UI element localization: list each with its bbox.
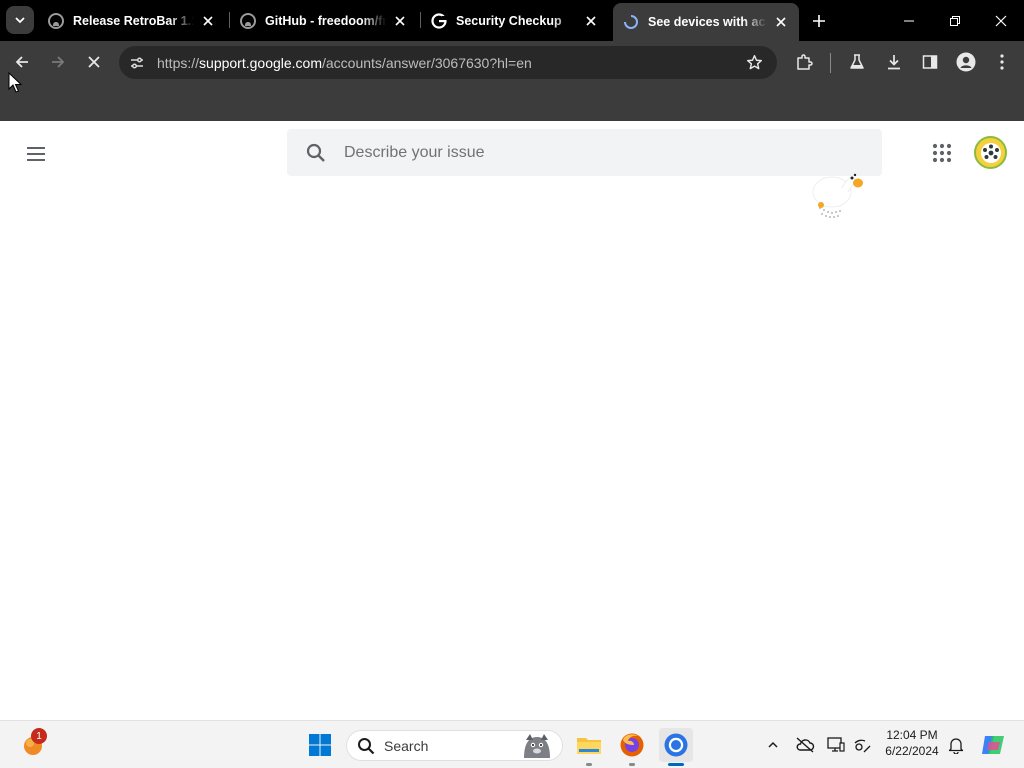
tab-github-freedoom[interactable]: GitHub - freedoom/freedoom bbox=[230, 3, 418, 38]
bell-icon bbox=[948, 738, 964, 754]
menu-button[interactable] bbox=[992, 52, 1012, 72]
display-tray-button[interactable] bbox=[826, 735, 846, 755]
arrow-left-icon bbox=[15, 56, 28, 68]
clock-date: 6/22/2024 bbox=[885, 744, 939, 758]
address-bar[interactable]: https://support.google.com/accounts/answ… bbox=[119, 46, 777, 79]
close-tab-icon[interactable] bbox=[583, 13, 599, 29]
tab-see-devices[interactable]: See devices with account access bbox=[613, 3, 799, 41]
avatar-image-icon bbox=[980, 142, 1001, 163]
mouse-pointer-icon bbox=[8, 72, 22, 93]
loading-spinner-icon bbox=[624, 15, 638, 29]
running-indicator bbox=[586, 763, 592, 766]
kebab-menu-icon bbox=[1000, 54, 1004, 70]
url-text[interactable]: https://support.google.com/accounts/answ… bbox=[157, 55, 532, 71]
taskbar-search-label: Search bbox=[384, 737, 429, 754]
tab-strip: Release RetroBar 1.16 GitHub - freedoom/… bbox=[0, 0, 1024, 41]
copilot-icon bbox=[982, 736, 1004, 754]
windows-taskbar: 1 Search 12:04 PM 6/22/2024 bbox=[0, 720, 1024, 768]
web-page bbox=[0, 121, 1024, 720]
hamburger-menu-icon bbox=[27, 147, 45, 161]
google-apps-icon[interactable] bbox=[930, 141, 954, 165]
new-tab-button[interactable] bbox=[806, 8, 832, 34]
chrome-icon bbox=[664, 733, 688, 757]
close-icon bbox=[995, 15, 1007, 26]
close-tab-icon[interactable] bbox=[200, 13, 216, 29]
windows-logo-icon bbox=[309, 734, 331, 756]
restore-button[interactable] bbox=[932, 0, 978, 41]
side-panel-icon bbox=[922, 55, 938, 69]
help-search-box[interactable] bbox=[287, 129, 882, 176]
tab-security-checkup[interactable]: Security Checkup bbox=[421, 3, 609, 38]
monitor-icon bbox=[827, 737, 845, 752]
firefox-icon bbox=[620, 733, 644, 757]
search-icon bbox=[306, 143, 325, 162]
stop-loading-button[interactable] bbox=[79, 47, 109, 77]
forward-button[interactable] bbox=[43, 47, 73, 77]
clock-time: 12:04 PM bbox=[886, 728, 938, 742]
chevron-down-icon bbox=[15, 17, 25, 24]
notifications-button[interactable] bbox=[946, 735, 966, 755]
tab-title: Release RetroBar 1.16 bbox=[73, 13, 194, 28]
onedrive-tray-button[interactable] bbox=[795, 735, 815, 755]
profile-avatar-icon bbox=[956, 52, 976, 72]
github-icon bbox=[48, 12, 64, 29]
firefox-button[interactable] bbox=[615, 728, 649, 762]
download-icon bbox=[888, 55, 900, 70]
network-tray-button[interactable] bbox=[852, 735, 872, 755]
close-tab-icon[interactable] bbox=[392, 13, 408, 29]
labs-button[interactable] bbox=[847, 52, 867, 72]
restore-icon bbox=[950, 15, 960, 26]
tab-title: See devices with account access bbox=[648, 15, 767, 29]
taskbar-search-box[interactable]: Search bbox=[346, 730, 563, 761]
search-highlight-icon bbox=[524, 734, 550, 758]
url-path: /accounts/answer/3067630?hl=en bbox=[322, 54, 532, 71]
minimize-icon bbox=[904, 20, 914, 21]
puzzle-icon bbox=[797, 54, 813, 70]
help-search-input[interactable] bbox=[344, 137, 882, 168]
side-panel-button[interactable] bbox=[920, 52, 940, 72]
extensions-button[interactable] bbox=[794, 52, 814, 72]
running-indicator bbox=[629, 763, 635, 766]
downloads-button[interactable] bbox=[884, 52, 904, 72]
search-icon bbox=[358, 737, 375, 754]
chevron-up-icon bbox=[768, 741, 778, 748]
tab-title: GitHub - freedoom/freedoom bbox=[265, 13, 386, 28]
start-button[interactable] bbox=[303, 728, 337, 762]
tab-release-retrobar[interactable]: Release RetroBar 1.16 bbox=[38, 3, 226, 38]
bookmark-star-icon[interactable] bbox=[746, 54, 763, 71]
network-icon bbox=[854, 739, 871, 753]
folder-icon bbox=[577, 738, 601, 754]
tab-search-button[interactable] bbox=[6, 6, 34, 34]
url-host: support.google.com bbox=[199, 54, 322, 71]
main-menu-button[interactable] bbox=[24, 142, 48, 166]
file-explorer-button[interactable] bbox=[572, 728, 606, 762]
tab-title: Security Checkup bbox=[456, 13, 562, 28]
minimize-button[interactable] bbox=[886, 0, 932, 41]
google-g-icon bbox=[431, 12, 447, 29]
arrow-right-icon bbox=[52, 56, 65, 68]
chrome-button[interactable] bbox=[659, 728, 693, 762]
taskbar-clock[interactable]: 12:04 PM 6/22/2024 bbox=[878, 727, 946, 759]
profile-button[interactable] bbox=[956, 52, 976, 72]
close-icon bbox=[88, 56, 100, 68]
close-window-button[interactable] bbox=[978, 0, 1024, 41]
github-icon bbox=[240, 12, 256, 29]
notification-badge: 1 bbox=[31, 728, 47, 744]
desktop-goose-icon bbox=[812, 173, 863, 218]
cloud-off-icon bbox=[796, 737, 815, 753]
flask-icon bbox=[850, 54, 864, 69]
plus-icon bbox=[813, 15, 825, 27]
browser-toolbar: https://support.google.com/accounts/answ… bbox=[0, 41, 1024, 84]
site-settings-icon[interactable] bbox=[129, 55, 145, 71]
bookmarks-bar bbox=[0, 84, 1024, 121]
copilot-button[interactable] bbox=[980, 732, 1006, 758]
toolbar-divider bbox=[830, 53, 831, 73]
account-avatar[interactable] bbox=[974, 136, 1007, 169]
show-hidden-icons-button[interactable] bbox=[763, 735, 783, 755]
close-tab-icon[interactable] bbox=[773, 14, 789, 30]
url-scheme: https:// bbox=[157, 54, 200, 71]
running-indicator-active bbox=[668, 763, 684, 766]
